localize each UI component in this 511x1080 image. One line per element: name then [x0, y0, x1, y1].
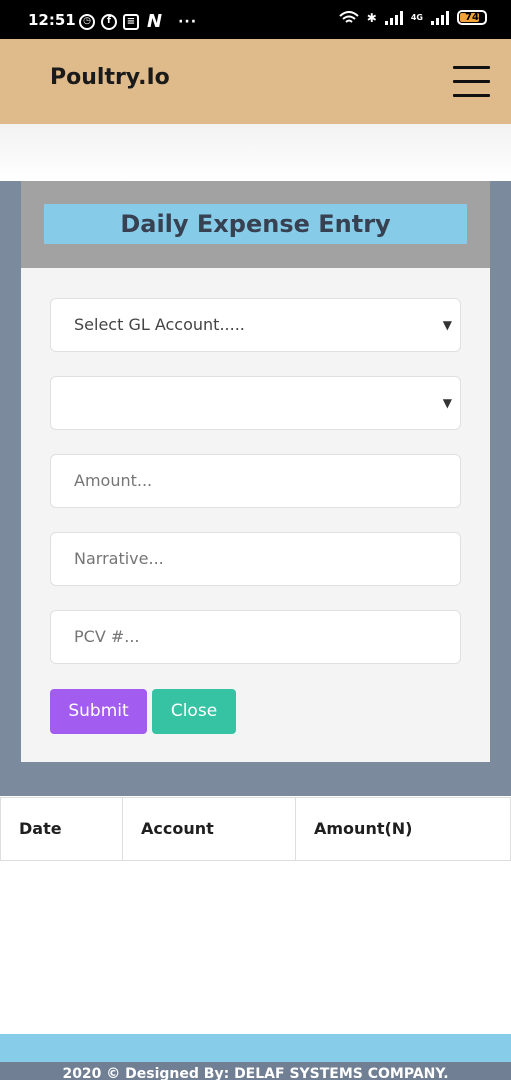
expense-form: Select GL Account..... ▼ ▼ Amount... Nar… — [21, 268, 490, 762]
news-icon: ≡ — [123, 13, 139, 30]
narrative-input[interactable]: Narrative... — [50, 532, 461, 586]
status-bar: 12:51 ◷ f ≡ N ··· ✱ 4G 74 — [0, 0, 511, 39]
alarm-icon: ◷ — [79, 13, 95, 30]
column-header-account: Account — [123, 798, 296, 860]
n-app-icon: N — [147, 11, 163, 32]
status-time: 12:51 — [28, 11, 76, 29]
column-header-amount: Amount(N) — [314, 819, 413, 838]
expense-table: Date Account Amount(N) — [0, 797, 511, 861]
column-header-date: Date — [1, 798, 123, 860]
footer-text: 2020 © Designed By: DELAF SYSTEMS COMPAN… — [62, 1066, 449, 1080]
facebook-icon: f — [101, 13, 117, 30]
gl-account-select[interactable]: Select GL Account..... ▼ — [50, 298, 461, 352]
brand-logo[interactable]: Poultry.Io — [50, 65, 170, 90]
system-icons: ✱ 4G 74 — [339, 10, 487, 25]
footer-band — [0, 1034, 511, 1062]
chevron-down-icon: ▼ — [442, 396, 452, 410]
close-button[interactable]: Close — [152, 689, 236, 734]
signal-icon-2 — [431, 10, 449, 25]
page-title: Daily Expense Entry — [44, 204, 467, 244]
network-type: 4G — [410, 13, 423, 22]
pcv-input[interactable]: PCV #... — [50, 610, 461, 664]
amount-input[interactable]: Amount... — [50, 454, 461, 508]
chevron-down-icon: ▼ — [442, 318, 452, 332]
battery-level: 74 — [465, 12, 479, 23]
sub-account-select[interactable]: ▼ — [50, 376, 461, 430]
submit-button[interactable]: Submit — [50, 689, 147, 734]
more-notifications-icon: ··· — [178, 13, 198, 30]
signal-icon — [384, 10, 403, 25]
notification-icons: ◷ f ≡ N ··· — [79, 11, 197, 32]
battery-icon: 74 — [457, 10, 487, 25]
navbar: Poultry.Io — [0, 39, 511, 124]
card-header: Daily Expense Entry — [21, 181, 490, 268]
nav-spacer — [0, 124, 511, 181]
menu-icon[interactable] — [453, 66, 491, 98]
bluetooth-icon: ✱ — [366, 10, 377, 25]
expense-section: Daily Expense Entry Select GL Account...… — [0, 181, 511, 796]
gl-account-select-value: Select GL Account..... — [74, 315, 245, 334]
wifi-icon — [339, 10, 359, 23]
footer: 2020 © Designed By: DELAF SYSTEMS COMPAN… — [0, 1062, 511, 1080]
